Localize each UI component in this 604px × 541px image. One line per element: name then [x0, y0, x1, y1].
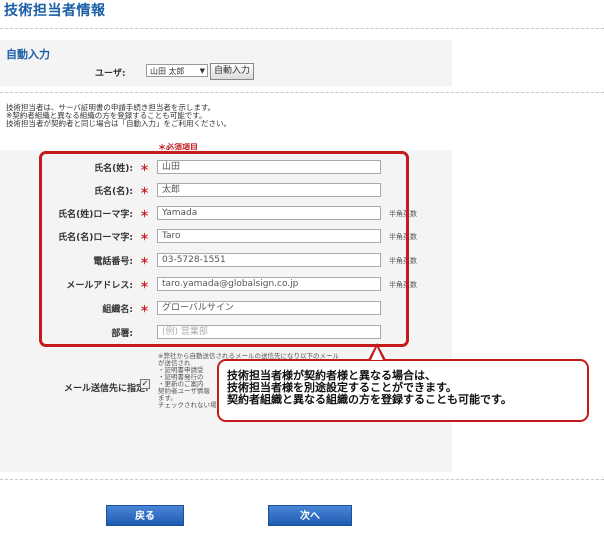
- auto-input-button[interactable]: 自動入力: [210, 63, 255, 80]
- callout-line: 契約者組織と異なる組織の方を登録することも可能です。: [227, 393, 512, 406]
- callout: 技術担当者様が契約者様と異なる場合は、 技術担当者様を別途設定することができます…: [217, 359, 589, 422]
- mail-note-line: チェックされない場: [158, 401, 217, 409]
- divider: [0, 92, 604, 93]
- auto-input-title: 自動入力: [6, 48, 50, 61]
- next-button[interactable]: 次へ: [268, 505, 352, 526]
- chevron-down-icon: ▼: [199, 67, 205, 75]
- page-title: 技術担当者情報: [4, 3, 106, 19]
- description-line: 技術担当者が契約者と同じ場合は「自動入力」をご利用ください。: [6, 119, 231, 128]
- divider: [0, 28, 604, 29]
- callout-tail-inner: [371, 347, 383, 360]
- user-select-value: 山田 太郎: [150, 67, 185, 76]
- mail-send-label: メール送信先に指定:: [64, 384, 149, 394]
- user-label: ユーザ:: [95, 69, 126, 79]
- user-select[interactable]: 山田 太郎 ▼: [146, 64, 208, 77]
- mail-send-checkbox[interactable]: ✓: [140, 379, 150, 389]
- highlight-box: [39, 151, 409, 347]
- divider: [0, 479, 604, 480]
- back-button[interactable]: 戻る: [106, 505, 184, 526]
